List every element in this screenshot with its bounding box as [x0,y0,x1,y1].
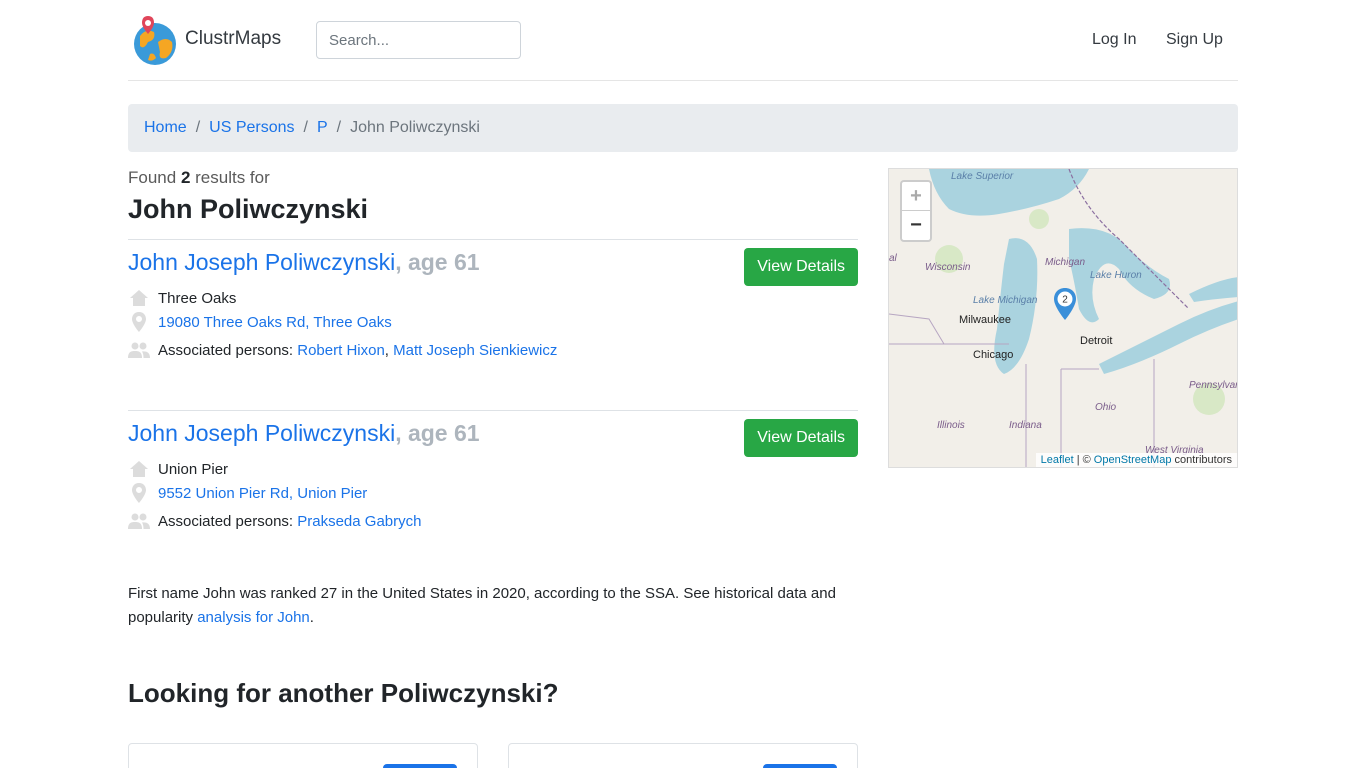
name-analysis-link[interactable]: analysis for John [197,609,310,626]
results-count: 2 [180,168,191,187]
cluster-marker-icon[interactable]: 2 [1052,287,1078,321]
openstreetmap-link[interactable]: OpenStreetMap [1094,454,1172,466]
address-link[interactable]: 19080 Three Oaks Rd, Three Oaks [158,314,392,331]
map-label-indiana: Indiana [1009,420,1042,431]
attribution-separator: | © [1076,454,1091,466]
map-label-lake-michigan: Lake Michigan [973,295,1038,306]
associated-row: Associated persons: Robert Hixon, Matt J… [128,340,557,360]
results-count-text: Found 2 results for [128,168,270,188]
people-icon [128,340,150,360]
page-title: John Poliwczynski [128,194,369,224]
map-label-lake-huron: Lake Huron [1090,270,1142,281]
map-label-michigan: Michigan [1045,257,1086,268]
result-title: John Joseph Poliwczynski, age 61 [128,249,480,276]
zoom-out-button[interactable]: − [902,211,930,240]
breadcrumb-us-persons[interactable]: US Persons [209,119,294,137]
breadcrumb-letter[interactable]: P [317,119,328,137]
map-label-wisconsin: Wisconsin [925,262,971,273]
associated-person-link[interactable]: Robert Hixon [297,342,385,359]
brand-name[interactable]: ClustrMaps [185,28,281,50]
person-age: , age 61 [395,249,480,275]
map-label-edge: al [889,253,897,264]
breadcrumb-home[interactable]: Home [144,119,187,137]
city-row: Three Oaks [128,288,236,308]
zoom-in-button[interactable]: + [902,182,930,211]
associated-separator: , [384,341,389,359]
address-row: 9552 Union Pier Rd, Union Pier [128,483,367,503]
location-pin-icon [128,312,150,332]
breadcrumb-separator: / [303,119,308,136]
results-map[interactable]: Lake Superior Wisconsin Michigan Lake Hu… [888,168,1238,468]
map-label-lake-superior: Lake Superior [951,171,1014,182]
search-input[interactable] [316,21,521,59]
associated-person-link[interactable]: Matt Joseph Sienkiewicz [393,342,557,359]
associated-person-link[interactable]: Prakseda Gabrych [297,513,421,530]
map-label-ohio: Ohio [1095,402,1117,413]
home-icon [128,288,150,308]
suggestion-card [128,743,478,768]
city-row: Union Pier [128,459,228,479]
map-label-milwaukee: Milwaukee [959,314,1011,326]
address-link[interactable]: 9552 Union Pier Rd, Union Pier [158,485,367,502]
name-popularity-text: First name John was ranked 27 in the Uni… [128,582,858,630]
suggestion-card [508,743,858,768]
location-pin-icon [128,483,150,503]
signup-link[interactable]: Sign Up [1166,31,1223,49]
attribution-suffix: contributors [1174,454,1232,466]
address-row: 19080 Three Oaks Rd, Three Oaks [128,312,392,332]
associated-label: Associated persons: [158,512,294,530]
result-card: John Joseph Poliwczynski, age 61 View De… [128,239,858,409]
breadcrumb-separator: / [195,119,201,136]
map-label-pennsylvania: Pennsylvar [1189,380,1238,391]
people-icon [128,511,150,531]
map-attribution: Leaflet | © OpenStreetMap contributors [1035,453,1237,467]
person-age: , age 61 [395,420,480,446]
marker-count: 2 [1062,295,1068,306]
city-text: Three Oaks [158,289,237,307]
result-card: John Joseph Poliwczynski, age 61 View De… [128,410,858,560]
suggestion-button[interactable] [383,764,457,768]
map-label-detroit: Detroit [1080,335,1113,347]
found-prefix: Found [128,168,177,187]
associated-row: Associated persons: Prakseda Gabrych [128,511,421,531]
popularity-end: . [309,609,314,626]
navbar: ClustrMaps Log In Sign Up [128,0,1238,81]
leaflet-link[interactable]: Leaflet [1041,454,1074,466]
person-name-link[interactable]: John Joseph Poliwczynski [128,249,395,275]
found-suffix: results for [195,168,270,187]
city-text: Union Pier [158,460,229,478]
view-details-button[interactable]: View Details [744,419,858,457]
map-label-chicago: Chicago [973,349,1014,361]
suggestion-button[interactable] [763,764,837,768]
breadcrumb-separator: / [336,119,342,136]
breadcrumb-current: John Poliwczynski [350,119,480,136]
breadcrumb: Home / US Persons / P / John Poliwczynsk… [128,104,1238,152]
zoom-control: + − [900,180,932,242]
clustrmaps-logo-icon[interactable] [132,14,178,66]
login-link[interactable]: Log In [1092,31,1136,49]
person-name-link[interactable]: John Joseph Poliwczynski [128,420,395,446]
home-icon [128,459,150,479]
view-details-button[interactable]: View Details [744,248,858,286]
another-search-heading: Looking for another Poliwczynski? [128,678,559,708]
associated-label: Associated persons: [158,341,294,359]
result-title: John Joseph Poliwczynski, age 61 [128,420,480,447]
map-label-illinois: Illinois [937,420,965,431]
